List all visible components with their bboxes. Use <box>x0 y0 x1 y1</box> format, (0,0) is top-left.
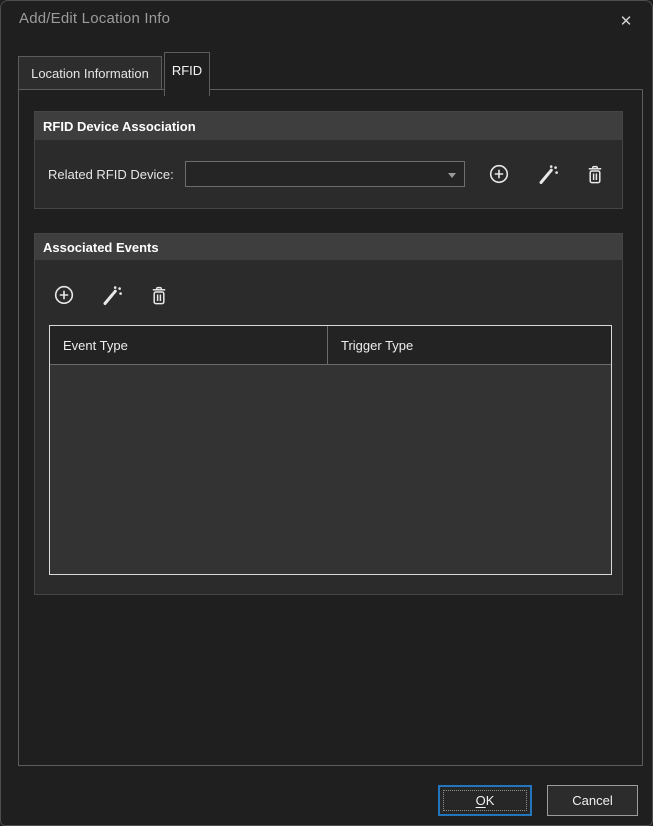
add-event-button[interactable] <box>51 282 77 308</box>
close-icon[interactable]: ✕ <box>612 8 640 34</box>
edit-device-button[interactable] <box>535 161 561 187</box>
related-rfid-device-label: Related RFID Device: <box>48 140 174 208</box>
cancel-label: Cancel <box>572 793 612 808</box>
related-rfid-device-combobox[interactable] <box>185 161 465 187</box>
group-header-device-association: RFID Device Association <box>35 112 622 140</box>
ok-label-rest: K <box>486 793 495 808</box>
tab-rfid[interactable]: RFID <box>164 52 210 96</box>
magic-wand-icon <box>537 163 559 185</box>
trash-icon <box>584 163 606 185</box>
column-header-trigger-type[interactable]: Trigger Type <box>328 326 611 364</box>
events-table-body <box>50 365 611 574</box>
add-edit-location-dialog: { "window": { "title": "Add/Edit Locatio… <box>0 0 653 826</box>
events-table: Event Type Trigger Type <box>49 325 612 575</box>
edit-event-button[interactable] <box>99 282 125 308</box>
ok-button[interactable]: OK <box>438 785 532 816</box>
associated-events-body: Event Type Trigger Type <box>35 260 622 594</box>
tab-location-information[interactable]: Location Information <box>18 56 162 90</box>
chevron-down-icon <box>448 173 456 178</box>
rfid-device-association-group: RFID Device Association Related RFID Dev… <box>34 111 623 209</box>
group-header-associated-events: Associated Events <box>35 234 622 260</box>
trash-icon <box>148 284 170 306</box>
device-association-body: Related RFID Device: <box>35 140 622 208</box>
add-device-button[interactable] <box>486 161 512 187</box>
column-header-event-type[interactable]: Event Type <box>50 326 328 364</box>
plus-circle-icon <box>488 163 510 185</box>
magic-wand-icon <box>101 284 123 306</box>
delete-event-button[interactable] <box>146 282 172 308</box>
associated-events-group: Associated Events <box>34 233 623 595</box>
rfid-tab-panel: RFID Device Association Related RFID Dev… <box>18 89 643 766</box>
events-table-header: Event Type Trigger Type <box>50 326 611 365</box>
delete-device-button[interactable] <box>582 161 608 187</box>
cancel-button[interactable]: Cancel <box>547 785 638 816</box>
ok-label-accesskey: O <box>476 793 486 808</box>
window-title: Add/Edit Location Info <box>19 10 170 27</box>
plus-circle-icon <box>53 284 75 306</box>
